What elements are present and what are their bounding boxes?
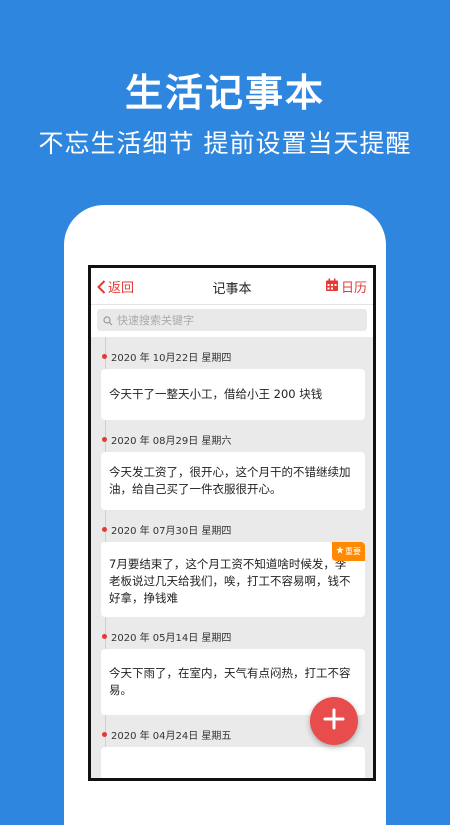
entry-date-row: 2020 年 07月30日 星期四 [99, 516, 365, 542]
entry-card[interactable]: 重要 7月要结束了，这个月工资不知道啥时候发，李老板说过几天给我们，唉，打工不容… [101, 542, 365, 617]
nav-bar: 返回 记事本 日历 [91, 268, 373, 305]
hero-subtitle: 不忘生活细节 提前设置当天提醒 [38, 129, 412, 158]
entry-date-row: 2020 年 08月29日 星期六 [99, 426, 365, 452]
add-entry-button[interactable] [310, 697, 358, 745]
entry-text: 7月要结束了，这个月工资不知道啥时候发，李老板说过几天给我们，唉，打工不容易啊，… [109, 557, 351, 605]
timeline-dot [102, 732, 107, 737]
search-bar [91, 305, 373, 337]
entry-date: 2020 年 08月29日 星期六 [111, 435, 232, 447]
list-item: 2020 年 07月30日 星期四 重要 7月要结束了，这个月工资不知道啥时候发… [99, 516, 365, 617]
entry-date: 2020 年 05月14日 星期四 [111, 632, 232, 644]
entry-date-row: 2020 年 05月14日 星期四 [99, 623, 365, 649]
back-label: 返回 [108, 281, 135, 296]
entry-card[interactable] [101, 747, 365, 778]
list-item: 2020 年 10月22日 星期四 今天干了一整天小工，借给小王 200 块钱 [99, 343, 365, 420]
timeline-dot [102, 354, 107, 359]
badge-label: 重要 [345, 547, 361, 556]
search-icon [103, 311, 113, 330]
important-badge: 重要 [332, 542, 365, 561]
entry-text: 今天发工资了，很开心，这个月干的不错继续加油，给自己买了一件衣服很开心。 [109, 465, 351, 496]
entry-text: 今天下雨了，在室内，天气有点闷热，打工不容易。 [109, 666, 351, 697]
chevron-left-icon [97, 279, 106, 294]
timeline-dot [102, 437, 107, 442]
calendar-icon [325, 278, 339, 296]
plus-icon [322, 707, 346, 735]
entry-text: 今天干了一整天小工，借给小王 200 块钱 [109, 387, 323, 401]
entry-card[interactable]: 今天发工资了，很开心，这个月干的不错继续加油，给自己买了一件衣服很开心。 [101, 452, 365, 510]
list-item: 2020 年 08月29日 星期六 今天发工资了，很开心，这个月干的不错继续加油… [99, 426, 365, 510]
search-input[interactable] [117, 313, 357, 327]
entry-date: 2020 年 07月30日 星期四 [111, 525, 232, 537]
entry-date: 2020 年 10月22日 星期四 [111, 352, 232, 364]
search-box[interactable] [97, 309, 367, 331]
star-icon [336, 543, 344, 560]
hero-title: 生活记事本 [124, 71, 325, 115]
entry-date-row: 2020 年 10月22日 星期四 [99, 343, 365, 369]
entry-card[interactable]: 今天干了一整天小工，借给小王 200 块钱 [101, 369, 365, 420]
calendar-label: 日历 [340, 281, 367, 296]
timeline-dot [102, 634, 107, 639]
entry-date: 2020 年 04月24日 星期五 [111, 730, 232, 742]
back-button[interactable]: 返回 [97, 277, 134, 296]
timeline-dot [102, 527, 107, 532]
calendar-button[interactable]: 日历 [325, 277, 367, 296]
